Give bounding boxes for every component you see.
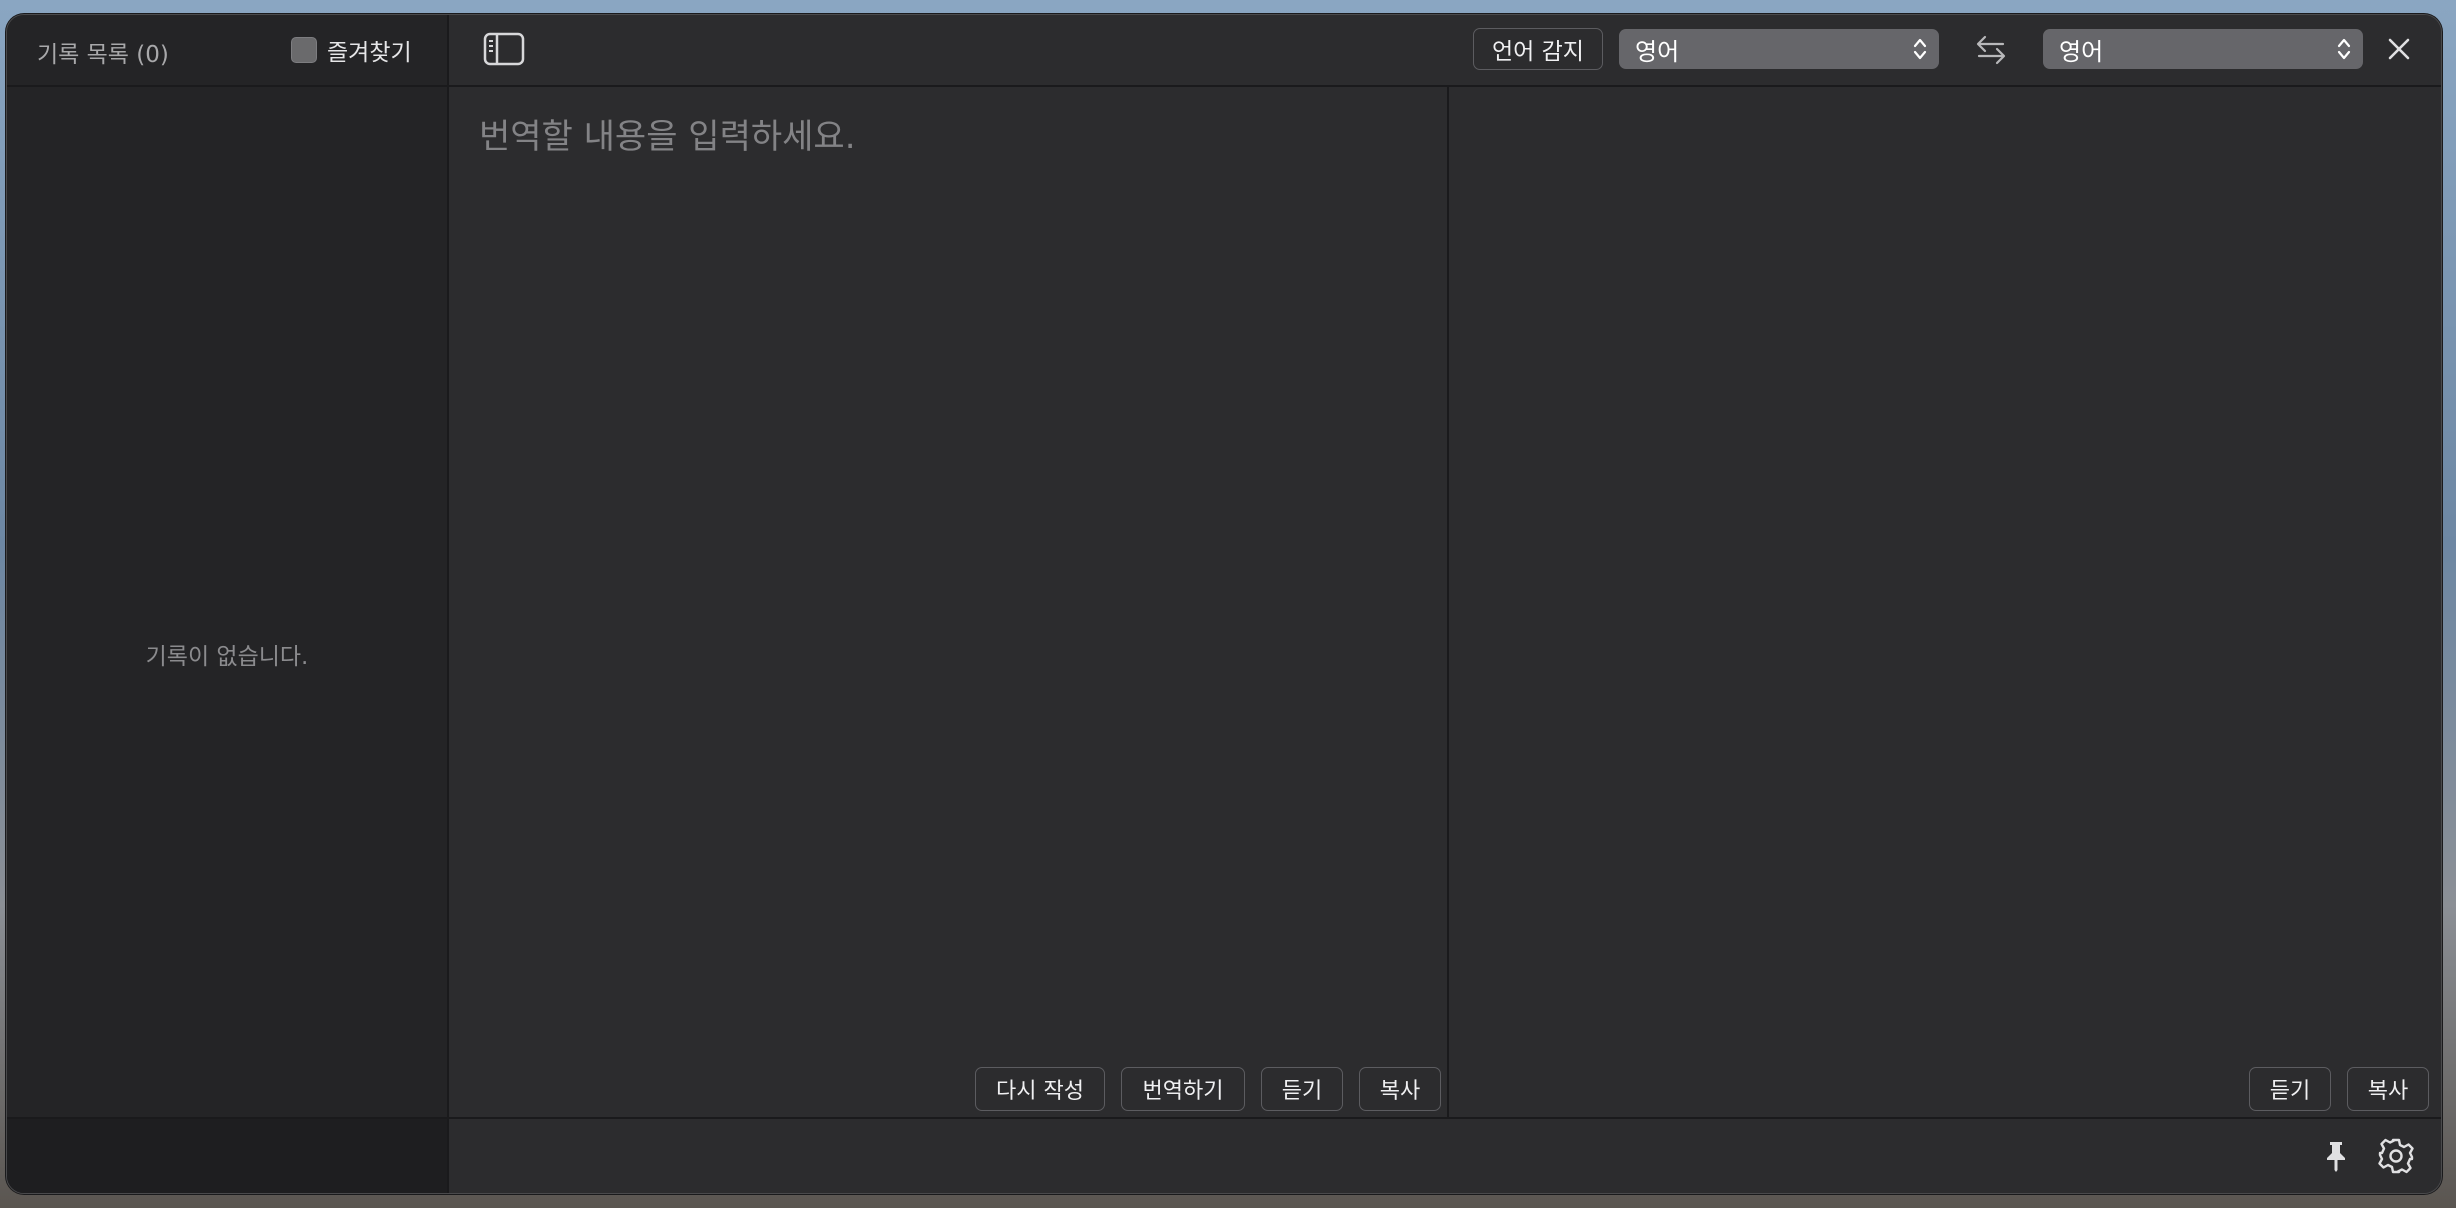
source-language-select[interactable]: 영어 — [1619, 29, 1939, 69]
target-listen-button[interactable]: 듣기 — [2249, 1067, 2331, 1111]
detect-language-button[interactable]: 언어 감지 — [1473, 28, 1603, 70]
target-pane: 듣기 복사 — [1449, 87, 2441, 1117]
toolbar: 언어 감지 영어 영어 — [449, 15, 2441, 87]
source-listen-button[interactable]: 듣기 — [1261, 1067, 1343, 1111]
source-text-input[interactable] — [477, 107, 1421, 1011]
target-language-value: 영어 — [2059, 37, 2104, 66]
chevron-updown-icon — [1913, 38, 1927, 60]
source-pane: 다시 작성 번역하기 듣기 복사 — [449, 87, 1449, 1117]
sidebar-header: 기록 목록 (0) 즐겨찾기 — [7, 15, 447, 87]
rewrite-button[interactable]: 다시 작성 — [975, 1067, 1105, 1111]
translator-window: 기록 목록 (0) 즐겨찾기 기록이 없습니다. 언어 감지 영어 영어 번역할… — [6, 14, 2442, 1194]
target-language-select[interactable]: 영어 — [2043, 29, 2363, 69]
chevron-updown-icon — [2337, 38, 2351, 60]
favorites-checkbox[interactable] — [291, 37, 317, 63]
translate-button[interactable]: 번역하기 — [1121, 1067, 1245, 1111]
history-title: 기록 목록 (0) — [37, 42, 169, 68]
pin-icon[interactable] — [2321, 1139, 2351, 1173]
sidebar-footer — [7, 1117, 447, 1193]
source-language-value: 영어 — [1635, 37, 1680, 66]
close-icon[interactable] — [2383, 33, 2415, 65]
sidebar-toggle-icon[interactable] — [483, 32, 525, 66]
main-panel: 언어 감지 영어 영어 번역할 내용을 입력하세요. 다시 작성 번역하기 듣기… — [449, 15, 2441, 1193]
target-copy-button[interactable]: 복사 — [2347, 1067, 2429, 1111]
gear-icon[interactable] — [2377, 1137, 2415, 1175]
footer-bar — [449, 1117, 2441, 1193]
source-copy-button[interactable]: 복사 — [1359, 1067, 1441, 1111]
empty-history-message: 기록이 없습니다. — [145, 644, 309, 670]
history-sidebar: 기록 목록 (0) 즐겨찾기 기록이 없습니다. — [7, 15, 449, 1193]
favorites-label: 즐겨찾기 — [327, 40, 412, 66]
swap-languages-icon[interactable] — [1973, 33, 2009, 67]
favorites-filter[interactable]: 즐겨찾기 — [291, 33, 412, 67]
